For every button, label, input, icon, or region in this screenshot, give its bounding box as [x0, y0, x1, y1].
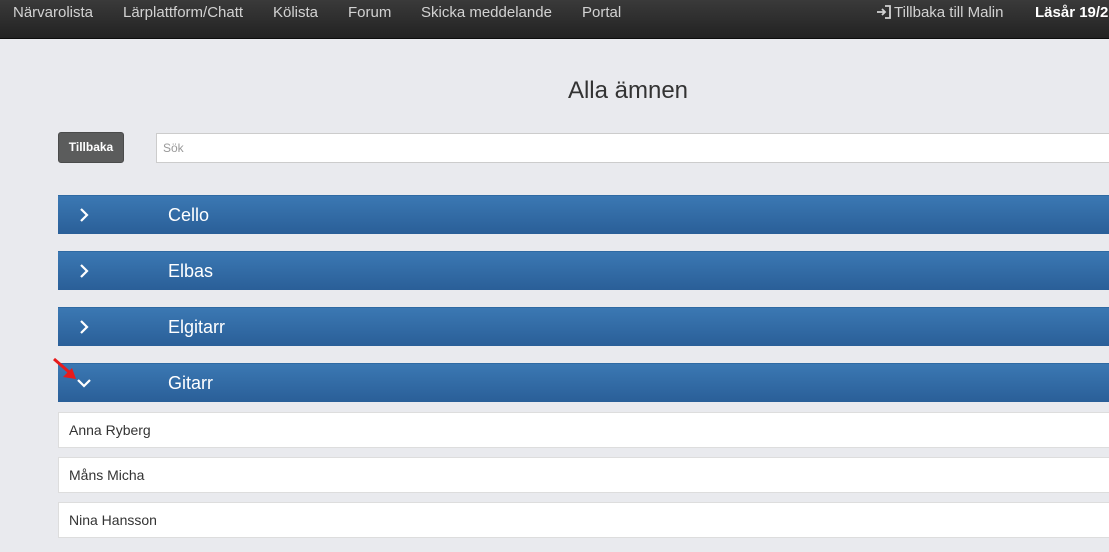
top-navbar: Närvarolista Lärplattform/Chatt Kölista …: [0, 0, 1109, 39]
nav-item-narvarolista[interactable]: Närvarolista: [13, 0, 93, 25]
nav-item-skicka-meddelande[interactable]: Skicka meddelande: [421, 0, 552, 25]
accordion-title: Elbas: [168, 261, 214, 281]
nav-item-forum[interactable]: Forum: [348, 0, 391, 25]
accordion-elgitarr[interactable]: Elgitarr: [58, 307, 1109, 346]
annotation-arrow-icon: [53, 357, 76, 379]
accordion-elbas[interactable]: Elbas: [58, 251, 1109, 290]
accordion-cello[interactable]: Cello: [58, 195, 1109, 234]
school-year-label[interactable]: Läsår 19/20: [1035, 0, 1109, 25]
nav-item-portal[interactable]: Portal: [582, 0, 621, 25]
back-to-user-link[interactable]: Tillbaka till Malin: [876, 0, 1003, 25]
back-button[interactable]: Tillbaka: [58, 132, 124, 163]
accordion-title: Elgitarr: [168, 317, 226, 337]
search-input[interactable]: [156, 133, 1109, 163]
page-title: Alla ämnen: [567, 77, 689, 104]
teacher-item[interactable]: Nina Hansson: [58, 502, 1109, 538]
accordion-title: Gitarr: [168, 373, 213, 393]
teacher-item[interactable]: Måns Micha: [58, 457, 1109, 493]
accordion-gitarr[interactable]: Gitarr: [58, 363, 1109, 402]
nav-item-larplattform-chatt[interactable]: Lärplattform/Chatt: [123, 0, 243, 25]
sign-in-icon: [877, 5, 891, 19]
chevron-right-icon: [80, 320, 89, 334]
nav-item-kolista[interactable]: Kölista: [273, 0, 318, 25]
teacher-item[interactable]: Anna Ryberg: [58, 412, 1109, 448]
accordion-title: Cello: [168, 205, 210, 225]
back-to-user-label: Tillbaka till Malin: [894, 4, 1004, 21]
chevron-right-icon: [80, 208, 89, 222]
chevron-right-icon: [80, 264, 89, 278]
